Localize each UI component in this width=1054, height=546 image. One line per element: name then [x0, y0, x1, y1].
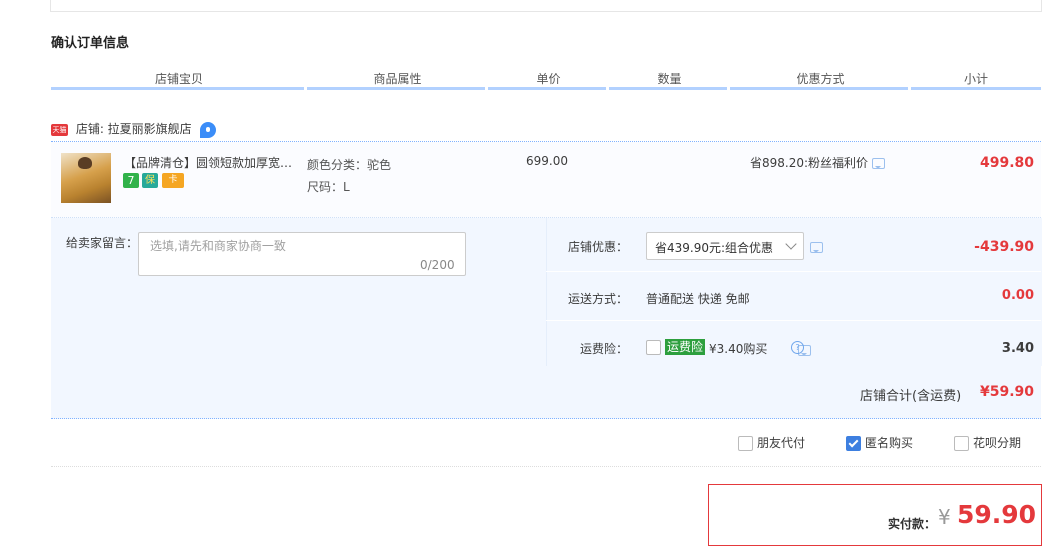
section-title: 确认订单信息 [51, 36, 130, 51]
column-header-discount: 优惠方式 [730, 70, 911, 90]
options-divider [51, 466, 1041, 467]
anonymous-checkbox[interactable] [846, 436, 861, 451]
shop-discount-selected: 省439.90元:组合优惠 [655, 241, 774, 255]
color-attribute: 颜色分类：驼色 [307, 158, 392, 172]
row-divider [546, 320, 1041, 321]
insurance-label: 运费险： [579, 342, 628, 356]
insurance-tag: 运费险 [665, 339, 706, 355]
shop-discount-select[interactable]: 省439.90元:组合优惠 [646, 232, 804, 260]
payment-label: 实付款： [888, 517, 937, 531]
item-discount-text: 省898.20:粉丝福利价 [750, 156, 869, 170]
insurance-checkbox[interactable] [646, 340, 661, 355]
row-divider [546, 271, 1041, 272]
header-underline [488, 87, 606, 90]
column-header-label: 商品属性 [373, 72, 422, 86]
shop-row: 天猫 店铺: 拉夏丽影旗舰店 [51, 120, 216, 138]
help-icon[interactable]: ? [791, 341, 804, 354]
tmall-badge: 天猫 [51, 123, 68, 136]
product-attributes: 颜色分类：驼色 尺码：L [307, 154, 391, 198]
header-underline [609, 87, 727, 90]
shipping-amount: 0.00 [1001, 288, 1034, 303]
guarantee-icon[interactable]: 保 [142, 173, 158, 188]
message-placeholder: 选填,请先和商家协商一致 [150, 239, 286, 253]
shipping-method: 普通配送 快递 免邮 [646, 292, 750, 306]
shop-name-link[interactable]: 店铺: 拉夏丽影旗舰店 [76, 122, 192, 136]
unit-price: 699.00 [526, 154, 568, 168]
insurance-amount: 3.40 [1001, 341, 1034, 356]
product-thumbnail[interactable] [61, 153, 111, 203]
shop-discount-amount: -439.90 [974, 239, 1034, 255]
comment-icon[interactable] [872, 158, 886, 169]
shipping-label: 运送方式： [567, 292, 628, 306]
column-header-attributes: 商品属性 [307, 70, 488, 90]
column-header-shop-item: 店铺宝贝 [51, 70, 307, 90]
payment-currency: ¥ [938, 505, 951, 529]
message-label: 给卖家留言： [66, 236, 139, 250]
wangwang-chat-icon[interactable] [199, 121, 216, 138]
column-header-label: 店铺宝贝 [154, 72, 203, 86]
column-header-label: 小计 [963, 72, 988, 86]
header-underline [911, 87, 1041, 90]
installment-checkbox[interactable] [954, 436, 969, 451]
column-header-subtotal: 小计 [911, 70, 1041, 90]
friend-pay-checkbox[interactable] [738, 436, 753, 451]
column-header-label: 数量 [657, 72, 682, 86]
insurance-price: ¥3.40购买 [709, 342, 768, 356]
shop-total-label: 店铺合计(含运费) [860, 389, 962, 404]
item-subtotal: 499.80 [979, 155, 1034, 171]
seven-day-return-icon[interactable]: 7 [123, 173, 139, 188]
header-underline [730, 87, 908, 90]
header-underline [307, 87, 485, 90]
message-char-count: 0/200 [420, 258, 455, 272]
item-discount: 省898.20:粉丝福利价 [750, 154, 886, 171]
product-title-link[interactable]: 【品牌清仓】圆领短款加厚宽松毛衣 [124, 154, 302, 171]
installment-label[interactable]: 花呗分期 [973, 434, 1021, 451]
header-underline [51, 87, 304, 90]
size-attribute: 尺码：L [307, 180, 350, 194]
column-header-label: 单价 [536, 72, 561, 86]
chevron-down-icon [785, 238, 797, 250]
column-header-label: 优惠方式 [796, 72, 845, 86]
column-header-unit-price: 单价 [488, 70, 609, 90]
shop-total-amount: ¥59.90 [979, 384, 1034, 400]
shop-discount-label: 店铺优惠： [567, 240, 628, 254]
credit-card-icon[interactable]: 卡 [162, 173, 184, 188]
payment-amount: 59.90 [957, 500, 1037, 529]
comment-icon[interactable] [810, 242, 823, 253]
previous-section-box [50, 0, 1042, 12]
anonymous-label[interactable]: 匿名购买 [865, 434, 913, 451]
column-header-quantity: 数量 [609, 70, 730, 90]
friend-pay-label[interactable]: 朋友代付 [757, 434, 805, 451]
